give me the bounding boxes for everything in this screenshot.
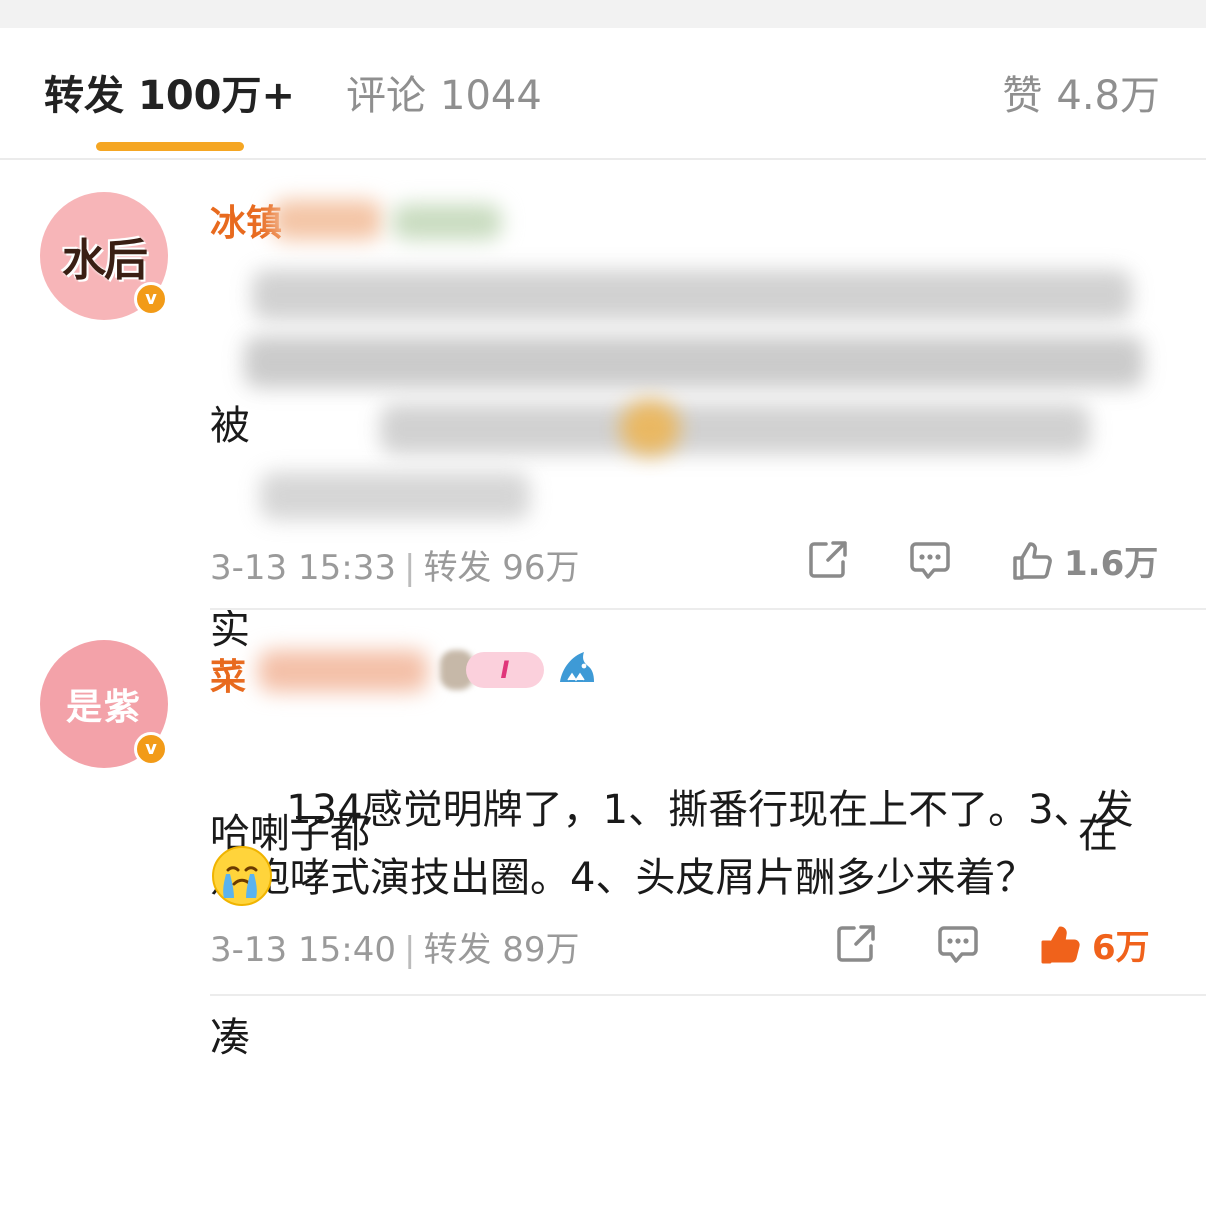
tab-comment-label: 评论 [346,73,426,119]
list-item: 是紫 v 菜 I 134感觉明牌了，1、撕番行现在上不了。3、发点咆哮式演技出圈… [0,610,1206,1000]
like-button[interactable]: 1.6万 [1010,536,1158,585]
thumbs-up-icon [1041,926,1080,963]
like-count: 6万 [1092,928,1150,968]
tab-comment[interactable]: 评论 1044 [346,70,542,122]
tab-bar: 转发 100万+ 评论 1044 赞 4.8万 [0,28,1206,158]
body-line-4: 凑 [210,1015,250,1061]
tab-repost[interactable]: 转发 100万+ [44,70,295,122]
comment-meta: 3-13 15:33 | 转发 96万 [210,548,580,588]
redacted-emoji [620,400,680,456]
redacted-username [272,200,382,240]
repost-count: 96万 [502,548,580,588]
comment-body-text: 134感觉明牌了，1、撕番行现在上不了。3、发点咆哮式演技出圈。4、头皮屑片酬多… [210,787,1134,901]
redacted-badge [392,204,502,240]
comment-time: 3-13 15:33 [210,548,396,588]
comment-bubble-icon [910,542,950,579]
crying-face-icon [212,846,272,906]
username-text: 菜 [210,657,247,698]
thumbs-up-icon [1013,541,1052,580]
redacted-text [260,472,530,520]
shark-badge-icon [560,652,594,682]
like-count: 1.6万 [1064,544,1159,584]
repost-label: 转发 [423,930,492,970]
like-button[interactable]: 6万 [1038,920,1150,969]
tab-like[interactable]: 赞 4.8万 [1002,70,1160,122]
share-button[interactable] [834,922,878,966]
repost-count: 89万 [502,930,580,970]
active-tab-indicator [96,142,244,151]
tab-comment-count: 1044 [440,73,542,119]
comment-bubble-icon [938,926,978,963]
share-icon [837,925,875,962]
body-line-1: 被 [210,403,250,449]
redacted-username [258,650,428,692]
avatar-text: 是紫 [65,687,142,728]
redacted-text [380,404,1090,454]
verified-badge-icon: v [134,732,168,766]
comment-meta: 3-13 15:40 | 转发 89万 [210,930,580,970]
repost-label: 转发 [423,548,492,588]
tab-like-count: 4.8万 [1056,73,1160,119]
avatar-text: 水后 [62,235,148,286]
tab-like-label: 赞 [1002,73,1043,119]
list-item: 水后 v 冰镇 被 实 哈喇子都在 凑 3-13 15:33|转发 96万 [0,160,1206,1061]
repost-comments-page: 转发 100万+ 评论 1044 赞 4.8万 水后 v 冰镇 被 实 哈喇子都在 凑 [0,0,1206,1061]
comment-time: 3-13 15:40 [210,930,396,970]
redacted-text [244,336,1144,388]
share-button[interactable] [806,538,850,582]
comment-button[interactable] [908,538,952,582]
top-strip [0,0,1206,28]
verified-badge-icon: v [134,282,168,316]
row-divider [210,994,1206,996]
tab-repost-count: 100万+ [138,73,296,119]
tab-repost-label: 转发 [44,73,124,119]
share-icon [809,541,847,578]
comment-button[interactable] [936,922,980,966]
redacted-text [252,270,1132,320]
username[interactable]: 菜 [210,648,246,700]
level-badge-icon: I [466,652,544,688]
